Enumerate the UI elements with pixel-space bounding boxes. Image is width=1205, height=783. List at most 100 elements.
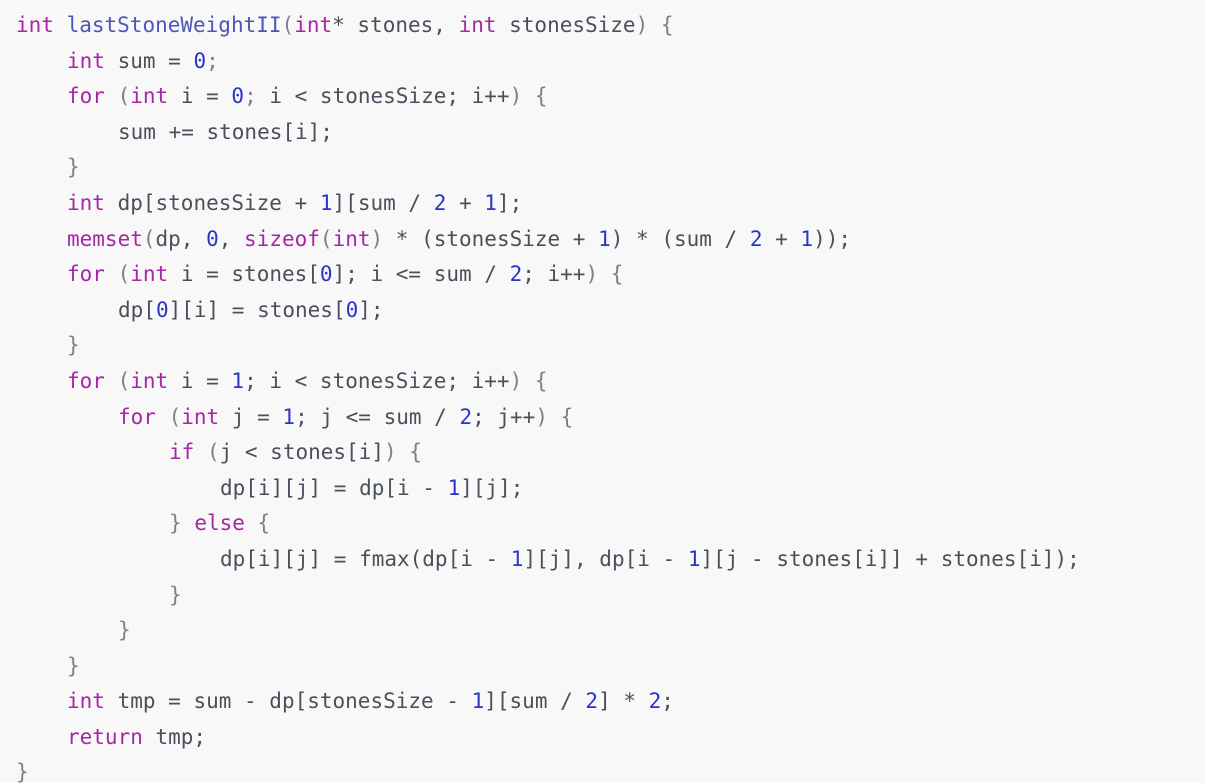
code-token: ] * [598, 689, 649, 714]
code-token: } [169, 582, 182, 607]
code-token: ; [206, 48, 219, 73]
code-token: 1 [231, 368, 245, 393]
code-block: int lastStoneWeightII(int* stones, int s… [0, 0, 1205, 783]
code-token: dp[i][j] = dp[i - [220, 475, 448, 500]
code-token: tmp; [142, 724, 207, 749]
code-token: } [67, 653, 80, 678]
code-token: ( [281, 13, 295, 37]
code-token: for [118, 404, 156, 429]
code-token: sum += stones[i]; [118, 119, 333, 144]
code-token: dp, [155, 226, 207, 251]
code-line: for (int i = stones[0]; i <= sum / 2; i+… [16, 257, 1205, 293]
code-token: ]; [496, 190, 523, 215]
code-token: 2 [433, 190, 447, 215]
code-line: int dp[stonesSize + 1][sum / 2 + 1]; [16, 186, 1205, 222]
code-token: for [67, 84, 105, 109]
code-token: ][j], dp[i - [523, 546, 688, 571]
code-token: 1 [282, 404, 296, 429]
code-token: 0 [231, 84, 245, 109]
code-token: { [257, 511, 271, 536]
code-token: ][sum / [332, 190, 434, 215]
code-token: ][j - stones[i]] + stones[i]); [700, 546, 1080, 571]
code-token: ) { [509, 84, 548, 109]
code-token: j = [219, 404, 283, 429]
code-token: 1 [800, 226, 814, 251]
code-token: ]; [358, 297, 384, 322]
code-token: ) { [585, 262, 624, 287]
code-token: ]; i <= sum / [332, 262, 510, 287]
code-line: sum += stones[i]; [16, 115, 1205, 151]
code-token: ) { [383, 440, 422, 465]
code-token: int [67, 190, 105, 215]
code-token: ][j]; [460, 475, 524, 500]
code-token: lastStoneWeightII [66, 13, 282, 37]
code-token: 0 [193, 48, 207, 73]
code-token: ; [244, 84, 257, 109]
code-token: } [169, 511, 182, 536]
code-line: } [16, 755, 1205, 783]
code-line: } [16, 328, 1205, 364]
code-token: + [762, 226, 801, 251]
code-token: dp[stonesSize + [104, 190, 320, 215]
code-token: ) { [635, 13, 674, 37]
code-token: int [181, 404, 220, 429]
code-token: return [67, 724, 143, 749]
code-token: ) { [509, 368, 548, 393]
code-token: dp[ [118, 297, 156, 322]
code-line: } [16, 150, 1205, 186]
code-token: int [130, 84, 169, 109]
code-token: 1 [598, 226, 611, 251]
code-token: int [458, 13, 497, 37]
code-token: sizeof [244, 226, 320, 251]
code-line: for (int i = 1; i < stonesSize; i++) { [16, 364, 1205, 400]
code-token: 2 [648, 689, 662, 714]
code-token: ][sum / [484, 689, 586, 714]
code-token: ; i++ [522, 262, 586, 287]
code-token: int [332, 226, 371, 251]
code-token: dp[i][j] = fmax(dp[i - [220, 546, 511, 571]
code-line: dp[i][j] = fmax(dp[i - 1][j], dp[i - 1][… [16, 542, 1205, 578]
code-line: if (j < stones[i]) { [16, 435, 1205, 471]
code-line: dp[0][i] = stones[0]; [16, 293, 1205, 329]
code-token: int [130, 368, 169, 393]
code-token: 0 [206, 226, 219, 251]
code-token: ][i] = stones[ [168, 297, 346, 322]
code-token: 1 [471, 689, 485, 714]
code-line: for (int j = 1; j <= sum / 2; j++) { [16, 400, 1205, 436]
code-token: j < stones[i] [219, 440, 384, 465]
code-token: i = [168, 84, 232, 109]
code-token: sum = [104, 48, 194, 73]
code-token: ; i < stonesSize; i++ [244, 368, 510, 393]
code-token: memset [67, 226, 143, 251]
code-token: 0 [345, 297, 359, 322]
code-token: * stones, [332, 13, 459, 37]
code-line: } [16, 578, 1205, 614]
code-token: int [130, 262, 169, 287]
code-token: i < stonesSize; i++ [256, 84, 510, 109]
code-token: 2 [749, 226, 763, 251]
code-token: 1 [484, 190, 497, 215]
code-line: } [16, 649, 1205, 685]
code-token: int [67, 48, 105, 73]
code-token: ; [661, 689, 674, 714]
code-token: stonesSize [496, 13, 636, 37]
code-token: for [67, 262, 105, 287]
code-token: int [16, 13, 54, 37]
code-token: ( [117, 84, 131, 109]
code-token: ; j++ [472, 404, 536, 429]
code-token: tmp = sum - dp[stonesSize - [104, 689, 472, 714]
code-token: ( [319, 226, 333, 251]
code-token: } [67, 155, 80, 180]
code-token: 1 [319, 190, 333, 215]
code-token: } [16, 760, 29, 783]
code-token: ; j <= sum / [295, 404, 460, 429]
code-token: 1 [447, 475, 461, 500]
code-token: 2 [509, 262, 523, 287]
code-line: dp[i][j] = dp[i - 1][j]; [16, 471, 1205, 507]
